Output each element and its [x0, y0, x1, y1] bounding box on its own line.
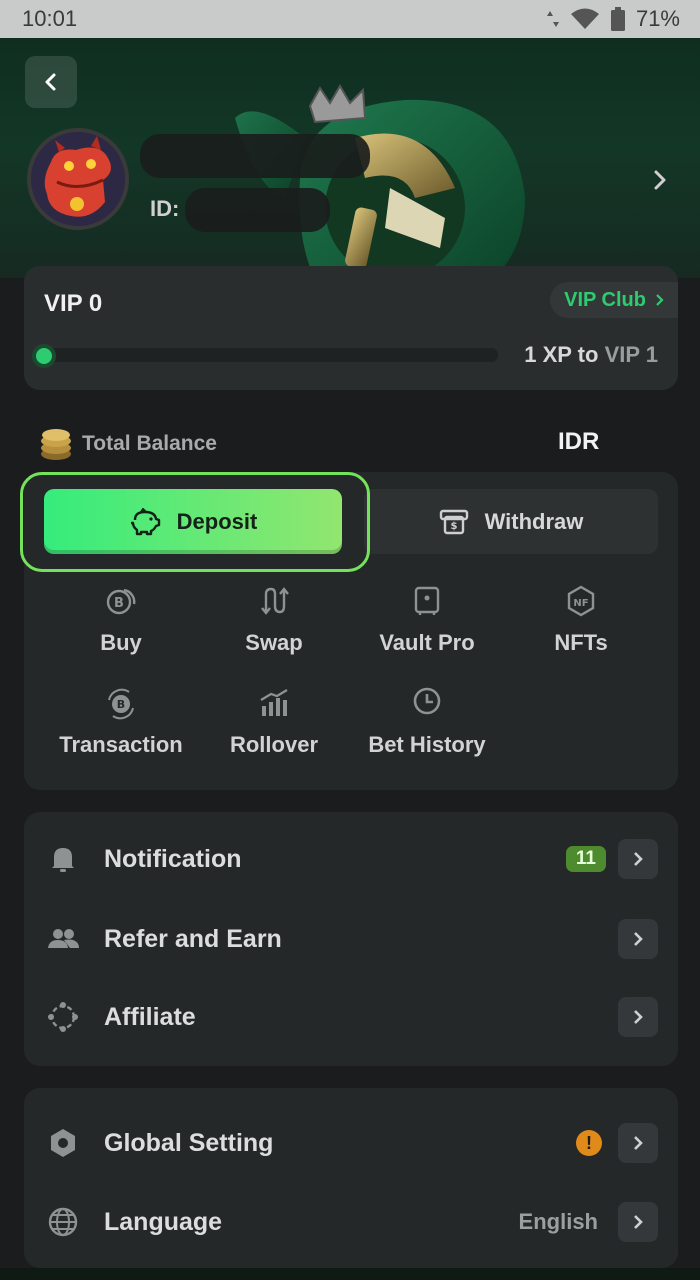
chevron-right-button[interactable] — [618, 1202, 658, 1242]
chevron-right-button[interactable] — [618, 997, 658, 1037]
settings-menu-card: Global Setting ! Language English — [24, 1088, 678, 1268]
clock-icon — [413, 687, 441, 715]
notification-count-badge: 11 — [565, 846, 606, 872]
chevron-right-icon — [634, 1010, 643, 1024]
deposit-button[interactable]: Deposit — [44, 489, 342, 554]
vip-card[interactable]: VIP 0 VIP Club 1 XP to VIP 1 — [24, 266, 678, 390]
bell-icon — [52, 848, 74, 872]
vip-level: VIP 0 — [44, 290, 103, 317]
quick-action-vault-pro[interactable]: Vault Pro — [352, 584, 502, 664]
quick-action-rollover[interactable]: Rollover — [199, 686, 349, 766]
quick-action-swap[interactable]: Swap — [199, 584, 349, 664]
chevron-right-button[interactable] — [618, 839, 658, 879]
quick-action-transaction[interactable]: B Transaction — [46, 686, 196, 766]
profile-chevron-right-icon[interactable] — [648, 166, 672, 194]
vip-crown-logo-icon — [235, 84, 525, 278]
hexagon-settings-icon — [51, 1129, 75, 1157]
vault-icon — [414, 586, 440, 615]
menu-item-label: Notification — [104, 844, 242, 873]
menu-item-refer-and-earn[interactable]: Refer and Earn — [24, 904, 678, 974]
wifi-icon — [570, 8, 599, 29]
status-bar: 10:01 71% — [0, 0, 700, 38]
rollover-icon — [260, 689, 288, 716]
chevron-right-icon — [634, 1215, 643, 1229]
bitcoin-coins-icon: B — [106, 588, 136, 615]
deposit-label: Deposit — [176, 508, 258, 534]
svg-text:NF: NF — [573, 598, 588, 609]
balance-currency[interactable]: IDR — [558, 428, 599, 456]
quick-action-label: Transaction — [59, 732, 183, 757]
bottom-edge — [0, 1268, 700, 1280]
quick-action-buy[interactable]: B Buy — [46, 584, 196, 664]
withdraw-icon: $ — [439, 509, 468, 534]
piggy-bank-icon — [130, 507, 160, 535]
dragon-avatar-icon — [31, 132, 125, 226]
menu-item-label: Global Setting — [104, 1128, 274, 1157]
coin-stack-icon — [41, 429, 71, 460]
battery-percent: 71% — [635, 6, 680, 31]
vip-progress-text: 1 XP to VIP 1 — [524, 342, 658, 368]
battery-icon — [610, 7, 625, 31]
account-menu-card: Notification 11 Refer and Earn Affiliate — [24, 812, 678, 1066]
quick-action-label: Rollover — [229, 732, 319, 757]
menu-item-label: Affiliate — [104, 1002, 196, 1031]
menu-item-affiliate[interactable]: Affiliate — [24, 982, 678, 1052]
withdraw-label: Withdraw — [484, 508, 584, 534]
user-id-label: ID: — [150, 196, 180, 221]
quick-action-label: Bet History — [368, 732, 486, 757]
svg-text:B: B — [114, 596, 124, 611]
menu-item-language[interactable]: Language English — [24, 1187, 678, 1257]
profile-header: ID: — [0, 38, 700, 278]
chevron-right-icon — [634, 932, 643, 946]
transaction-icon: B — [108, 688, 134, 720]
svg-text:$: $ — [450, 521, 457, 532]
chevron-right-icon — [634, 852, 643, 866]
total-balance-label: Total Balance — [82, 432, 217, 455]
username-redacted — [140, 134, 370, 178]
chevron-right-button[interactable] — [618, 919, 658, 959]
vip-progress-bar — [34, 348, 498, 362]
quick-action-label: Vault Pro — [379, 630, 475, 655]
vip-progress-indicator — [32, 344, 56, 368]
svg-text:B: B — [117, 698, 125, 711]
quick-action-label: NFTs — [554, 630, 608, 655]
vip-club-button[interactable]: VIP Club — [550, 282, 678, 318]
withdraw-button[interactable]: $ Withdraw — [364, 489, 658, 554]
quick-action-label: Swap — [245, 630, 303, 655]
chevron-right-icon — [634, 1136, 643, 1150]
data-arrows-icon — [546, 11, 559, 27]
globe-icon — [48, 1207, 78, 1237]
vip-progress-prefix: 1 XP to — [524, 342, 599, 367]
status-icons: 71% — [546, 6, 680, 32]
status-time: 10:01 — [22, 6, 78, 31]
vip-club-label: VIP Club — [564, 288, 646, 311]
avatar[interactable] — [27, 128, 129, 230]
chevron-right-button[interactable] — [618, 1123, 658, 1163]
selected-language: English — [518, 1209, 598, 1234]
warning-badge: ! — [576, 1130, 602, 1156]
total-balance-row: Total Balance IDR — [38, 426, 658, 462]
menu-item-label: Language — [104, 1207, 223, 1236]
menu-item-global-setting[interactable]: Global Setting ! — [24, 1108, 678, 1178]
vip-progress-target: VIP 1 — [604, 342, 658, 367]
affiliate-icon — [48, 1002, 78, 1032]
quick-action-nfts[interactable]: NF NFTs — [506, 584, 656, 664]
menu-item-label: Refer and Earn — [104, 924, 282, 953]
swap-icon — [261, 587, 289, 615]
users-icon — [48, 929, 79, 948]
user-id-redacted — [185, 188, 330, 232]
quick-action-bet-history[interactable]: Bet History — [352, 686, 502, 766]
chevron-right-icon — [656, 294, 664, 306]
back-button[interactable] — [25, 56, 77, 108]
quick-action-label: Buy — [100, 630, 142, 655]
chevron-left-icon — [45, 73, 56, 91]
menu-item-notification[interactable]: Notification 11 — [24, 824, 678, 894]
nft-icon: NF — [567, 585, 595, 617]
